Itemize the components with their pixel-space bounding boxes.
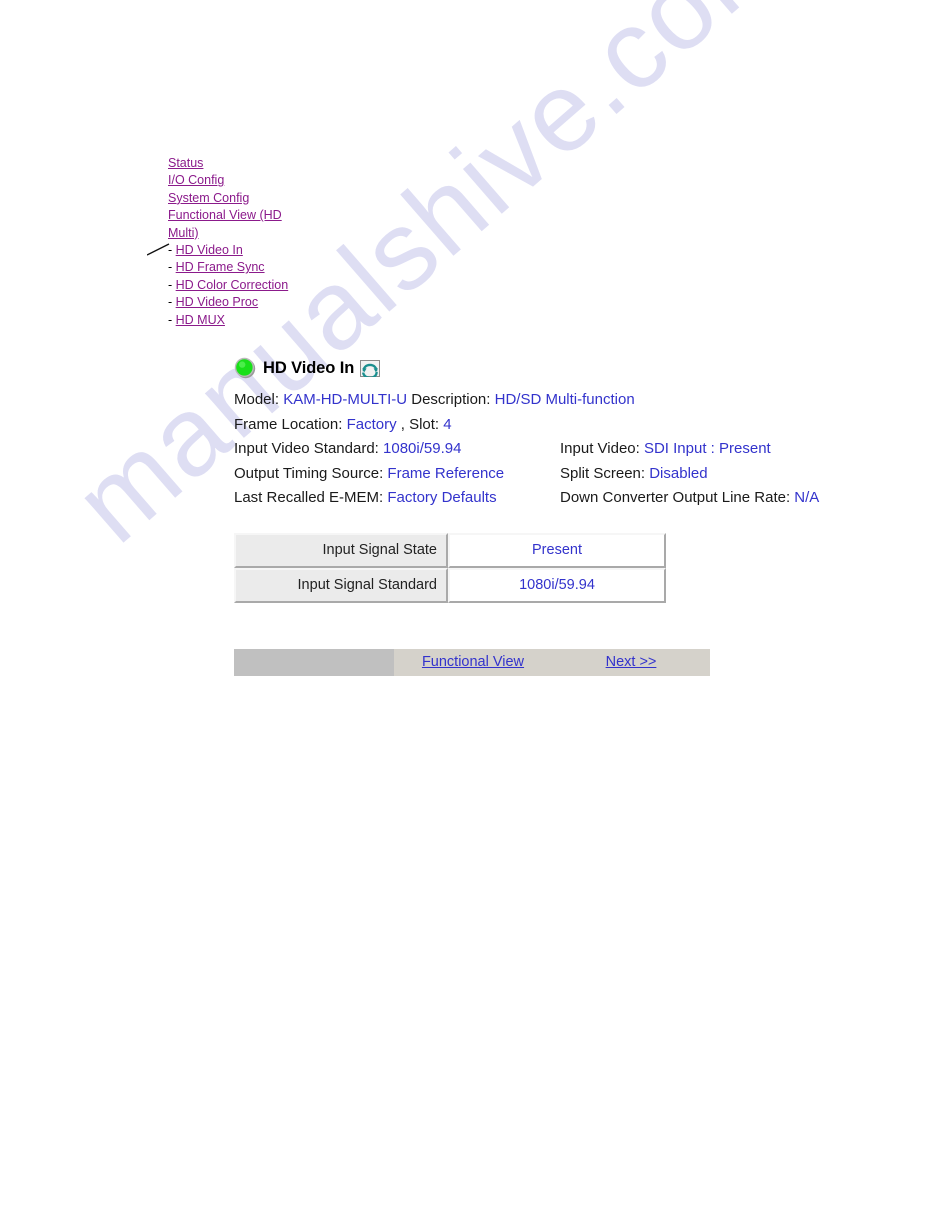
sidebar-item-hd-video-proc[interactable]: - HD Video Proc [168, 294, 300, 311]
bottom-nav-bar: Functional View Next >> [234, 648, 710, 676]
page-title: HD Video In [263, 358, 355, 377]
sidebar-link-system-config[interactable]: System Config [168, 191, 249, 205]
callout-leader-line [147, 243, 170, 256]
info-cell-down-converter: Down Converter Output Line Rate: N/A [560, 486, 894, 511]
device-info-block: Model: KAM-HD-MULTI-U Description: HD/SD… [234, 388, 894, 511]
description-value: HD/SD Multi-function [494, 391, 635, 408]
table-row: Input Signal State Present [234, 532, 666, 568]
split-screen-label: Split Screen: [560, 464, 646, 482]
split-screen-value: Disabled [649, 464, 708, 482]
output-timing-source-label: Output Timing Source: [234, 464, 384, 482]
frame-location-value: Factory [346, 415, 397, 433]
functional-view-link[interactable]: Functional View [422, 654, 524, 670]
row-label-input-signal-state: Input Signal State [234, 532, 448, 568]
panel-title-row: HD Video In [234, 355, 894, 381]
info-cell-last-recalled-emem: Last Recalled E-MEM: Factory Defaults [234, 486, 560, 511]
nav-cell-functional-view[interactable]: Functional View [394, 648, 552, 676]
sidebar-item-io-config[interactable]: I/O Config [168, 172, 300, 189]
input-signal-status-table: Input Signal State Present Input Signal … [234, 532, 666, 603]
sidebar-item-status[interactable]: Status [168, 155, 300, 172]
down-converter-value: N/A [794, 489, 820, 506]
nav-cell-blank [234, 648, 394, 676]
input-video-standard-label: Input Video Standard: [234, 440, 379, 457]
sidebar-link-hd-video-in[interactable]: HD Video In [176, 243, 243, 257]
sidebar-dash: - [168, 277, 173, 292]
sidebar-link-io-config[interactable]: I/O Config [168, 173, 224, 187]
sidebar-link-status[interactable]: Status [168, 156, 203, 170]
last-recalled-emem-label: Last Recalled E-MEM: [234, 489, 384, 506]
info-row-output-timing: Output Timing Source: Frame Reference Sp… [234, 462, 894, 487]
row-value-input-signal-state: Present [448, 532, 666, 568]
sidebar-link-hd-mux[interactable]: HD MUX [176, 313, 225, 327]
info-cell-output-timing-source: Output Timing Source: Frame Reference [234, 462, 560, 487]
sidebar-item-hd-frame-sync[interactable]: - HD Frame Sync [168, 259, 300, 276]
sidebar-link-hd-video-proc[interactable]: HD Video Proc [176, 295, 258, 309]
sidebar-link-functional-view[interactable]: Functional View (HD Multi) [168, 208, 282, 239]
sidebar-item-hd-color-correction[interactable]: - HD Color Correction [168, 277, 300, 294]
sidebar-link-hd-frame-sync[interactable]: HD Frame Sync [176, 260, 265, 274]
last-recalled-emem-value: Factory Defaults [387, 489, 497, 506]
info-row-emem: Last Recalled E-MEM: Factory Defaults Do… [234, 486, 894, 511]
sidebar-item-functional-view[interactable]: Functional View (HD Multi) [168, 207, 300, 242]
slot-value: 4 [443, 415, 452, 433]
row-value-input-signal-standard: 1080i/59.94 [448, 567, 666, 603]
next-link[interactable]: Next >> [606, 654, 657, 670]
sidebar-item-hd-mux[interactable]: - HD MUX [168, 312, 300, 329]
sidebar-item-system-config[interactable]: System Config [168, 190, 300, 207]
main-panel: HD Video In Model: KAM-HD-MULTI-U Descri… [234, 355, 894, 676]
info-cell-split-screen: Split Screen: Disabled [560, 462, 894, 487]
sidebar-dash: - [168, 312, 173, 327]
frame-location-label: Frame Location: [234, 415, 343, 433]
down-converter-label: Down Converter Output Line Rate: [560, 489, 791, 506]
sidebar-link-hd-color-correction[interactable]: HD Color Correction [176, 278, 289, 292]
info-row-model: Model: KAM-HD-MULTI-U Description: HD/SD… [234, 388, 894, 413]
sidebar-item-hd-video-in[interactable]: - HD Video In [168, 242, 300, 259]
sidebar-dash: - [168, 295, 173, 310]
model-label: Model: [234, 391, 280, 408]
sidebar-dash: - [168, 260, 173, 275]
refresh-icon[interactable] [360, 359, 381, 377]
description-label: Description: [411, 391, 491, 408]
row-label-input-signal-standard: Input Signal Standard [234, 567, 448, 603]
info-cell-input-video: Input Video: SDI Input : Present [560, 437, 894, 462]
info-row-video-standard: Input Video Standard: 1080i/59.94 Input … [234, 437, 894, 462]
table-row: Input Signal Standard 1080i/59.94 [234, 567, 666, 603]
nav-row: Functional View Next >> [234, 648, 710, 676]
input-video-value: SDI Input : Present [643, 440, 771, 457]
input-video-standard-value: 1080i/59.94 [383, 440, 462, 457]
model-value: KAM-HD-MULTI-U [283, 391, 408, 408]
output-timing-source-value: Frame Reference [387, 464, 505, 482]
sidebar-nav: Status I/O Config System Config Function… [168, 155, 300, 329]
green-status-led-icon [234, 357, 256, 379]
nav-cell-next[interactable]: Next >> [552, 648, 710, 676]
input-video-label: Input Video: [560, 440, 640, 457]
info-row-frame-location: Frame Location: Factory , Slot: 4 [234, 413, 894, 438]
info-cell-input-video-standard: Input Video Standard: 1080i/59.94 [234, 437, 560, 462]
slot-label: , Slot: [400, 415, 440, 433]
